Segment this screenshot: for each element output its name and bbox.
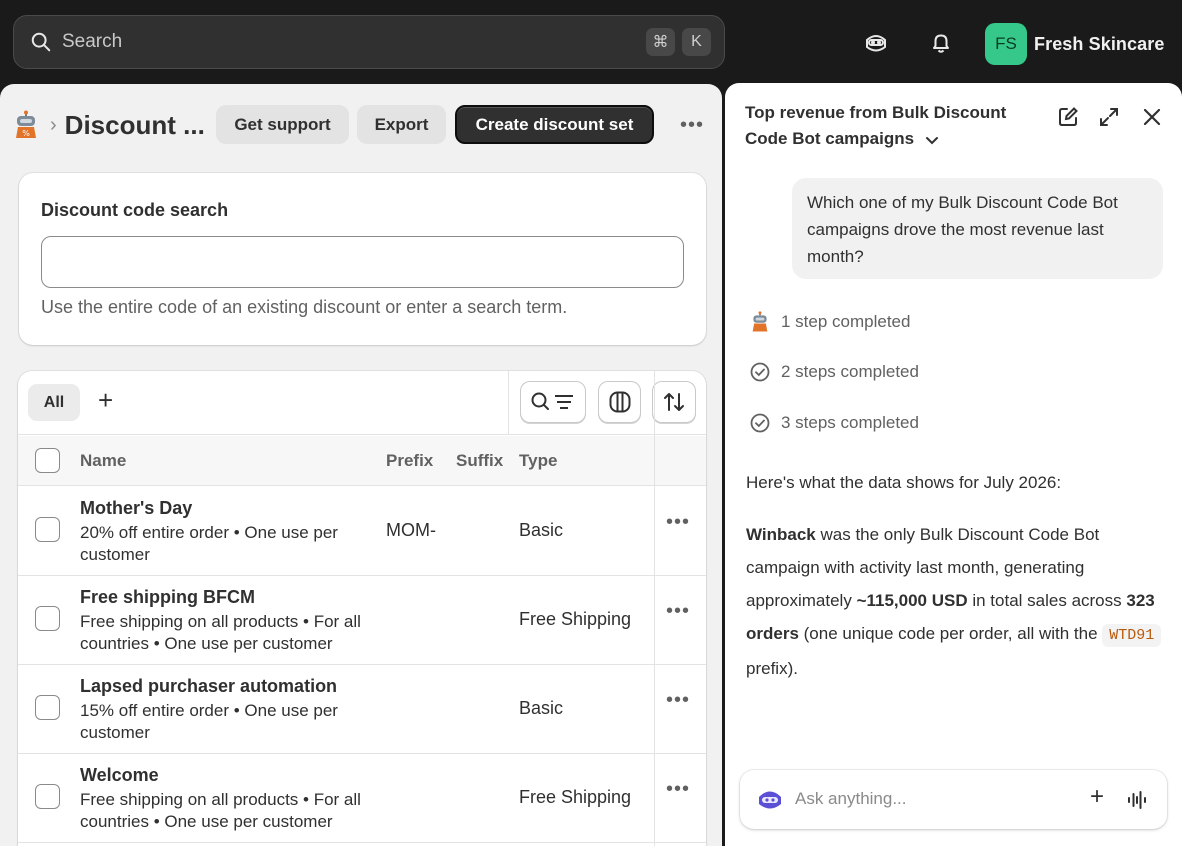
bell-icon[interactable]	[928, 30, 954, 56]
tab-all[interactable]: All	[28, 384, 80, 421]
step-item[interactable]: 1 step completed	[749, 311, 910, 333]
sidekick-avatar-icon	[759, 791, 781, 809]
search-card-title: Discount code search	[41, 200, 229, 220]
table-row[interactable]: Lapsed purchaser automation 15% off enti…	[18, 665, 706, 754]
top-bar: Search ⌘ K FS Fresh Skincare	[0, 0, 1182, 84]
campaign-name: Winback	[746, 525, 816, 544]
row-actions-icon[interactable]: •••	[666, 600, 690, 623]
page-title: Discount ...	[64, 109, 205, 140]
column-name[interactable]: Name	[80, 451, 126, 471]
row-type: Basic	[519, 520, 564, 540]
check-circle-icon	[750, 362, 770, 382]
conversation-title-text: Top revenue from Bulk Discount Code Bot …	[745, 103, 1007, 148]
more-actions-icon[interactable]: •••	[680, 114, 704, 137]
answer-text: (one unique code per order, all with the	[798, 624, 1103, 643]
step-label: 1 step completed	[781, 312, 911, 331]
divider	[508, 371, 509, 435]
select-all-checkbox[interactable]	[35, 448, 60, 473]
sort-icon	[664, 393, 684, 411]
answer-intro: Here's what the data shows for July 2026…	[746, 473, 1062, 492]
row-checkbox[interactable]	[35, 695, 60, 720]
discount-bot-app-icon	[752, 311, 768, 332]
table-row[interactable]: Welcome Free shipping on all products • …	[18, 754, 706, 843]
revenue-value: ~115,000 USD	[856, 591, 968, 610]
row-name: Welcome	[80, 765, 159, 785]
row-description: 15% off entire order • One use per custo…	[80, 701, 338, 742]
add-attachment-icon[interactable]: +	[1090, 783, 1104, 811]
prefix-code: WTD91	[1102, 624, 1162, 647]
sidekick-icon[interactable]	[863, 30, 889, 56]
row-checkbox[interactable]	[35, 784, 60, 809]
row-type: Free Shipping	[519, 787, 632, 807]
table-tabs-bar: All +	[18, 371, 706, 435]
global-search-bar[interactable]: Search ⌘ K	[13, 15, 725, 69]
new-chat-icon[interactable]	[1057, 106, 1079, 128]
store-name: Fresh Skincare	[1034, 33, 1165, 54]
row-description: Free shipping on all products • For all …	[80, 790, 361, 831]
table-row[interactable]: Free shipping BFCM Free shipping on all …	[18, 576, 706, 665]
svg-text:%: %	[22, 129, 30, 138]
step-label: 3 steps completed	[781, 413, 919, 432]
row-description: Free shipping on all products • For all …	[80, 612, 361, 653]
step-item[interactable]: 3 steps completed	[749, 412, 919, 434]
column-suffix[interactable]: Suffix	[456, 451, 503, 471]
create-discount-set-button[interactable]: Create discount set	[455, 105, 654, 144]
discount-code-search-card: Discount code search Use the entire code…	[19, 173, 706, 345]
ask-placeholder: Ask anything...	[795, 789, 907, 808]
conversation-title[interactable]: Top revenue from Bulk Discount Code Bot …	[745, 100, 1015, 152]
row-actions-icon[interactable]: •••	[666, 778, 690, 801]
row-description: 20% off entire order • One use per custo…	[80, 523, 338, 564]
get-support-button[interactable]: Get support	[216, 105, 349, 144]
breadcrumb-chevron-icon: ›	[50, 113, 57, 136]
row-prefix: MOM-	[386, 520, 436, 540]
row-actions-icon[interactable]: •••	[666, 689, 690, 712]
row-name: Free shipping BFCM	[80, 587, 255, 607]
store-avatar: FS	[985, 23, 1027, 65]
chevron-down-icon[interactable]	[924, 132, 940, 148]
row-name: Mother's Day	[80, 498, 193, 518]
column-prefix[interactable]: Prefix	[386, 451, 433, 471]
answer-text: in total sales across	[967, 591, 1127, 610]
assistant-answer: Here's what the data shows for July 2026…	[746, 466, 1166, 704]
command-key-badge: ⌘	[646, 28, 675, 56]
expand-icon[interactable]	[1098, 106, 1120, 128]
step-item[interactable]: 2 steps completed	[749, 361, 919, 383]
close-icon[interactable]	[1141, 106, 1163, 128]
row-actions-icon[interactable]: •••	[666, 511, 690, 534]
discount-bot-app-icon: %	[16, 110, 36, 138]
row-type: Basic	[519, 698, 564, 718]
search-filter-button[interactable]	[520, 381, 586, 423]
k-key-badge: K	[682, 28, 711, 56]
table-header: Name Prefix Suffix Type	[18, 436, 706, 486]
voice-input-icon[interactable]	[1126, 789, 1148, 811]
search-icon	[31, 32, 51, 52]
table-row[interactable]: Mother's Day 20% off entire order • One …	[18, 487, 706, 576]
ask-anything-input[interactable]: Ask anything... +	[740, 770, 1167, 829]
step-label: 2 steps completed	[781, 362, 919, 381]
columns-icon	[609, 391, 630, 413]
column-type[interactable]: Type	[519, 451, 557, 471]
discount-table-card: All + Name Prefix Suffix Type Mother's D…	[18, 371, 706, 846]
answer-text: prefix).	[746, 659, 798, 678]
check-circle-icon	[750, 413, 770, 433]
columns-button[interactable]	[598, 381, 641, 423]
user-message: Which one of my Bulk Discount Code Bot c…	[792, 178, 1163, 279]
row-checkbox[interactable]	[35, 517, 60, 542]
discount-code-search-input[interactable]	[41, 236, 684, 288]
export-button[interactable]: Export	[357, 105, 446, 144]
search-help-text: Use the entire code of an existing disco…	[41, 297, 568, 317]
row-name: Lapsed purchaser automation	[80, 676, 338, 696]
row-checkbox[interactable]	[35, 606, 60, 631]
search-filter-icon	[531, 392, 573, 410]
store-switcher[interactable]: FS Fresh Skincare	[985, 23, 1164, 65]
add-view-icon[interactable]: +	[98, 385, 113, 416]
main-content: % › Discount ... Get support Export Crea…	[0, 84, 722, 846]
answer-body: Winback was the only Bulk Discount Code …	[746, 518, 1166, 685]
assistant-panel: Top revenue from Bulk Discount Code Bot …	[725, 83, 1182, 846]
row-type: Free Shipping	[519, 609, 632, 629]
search-placeholder: Search	[62, 31, 123, 52]
actions-column-divider	[654, 371, 655, 846]
sort-button[interactable]	[652, 381, 696, 423]
